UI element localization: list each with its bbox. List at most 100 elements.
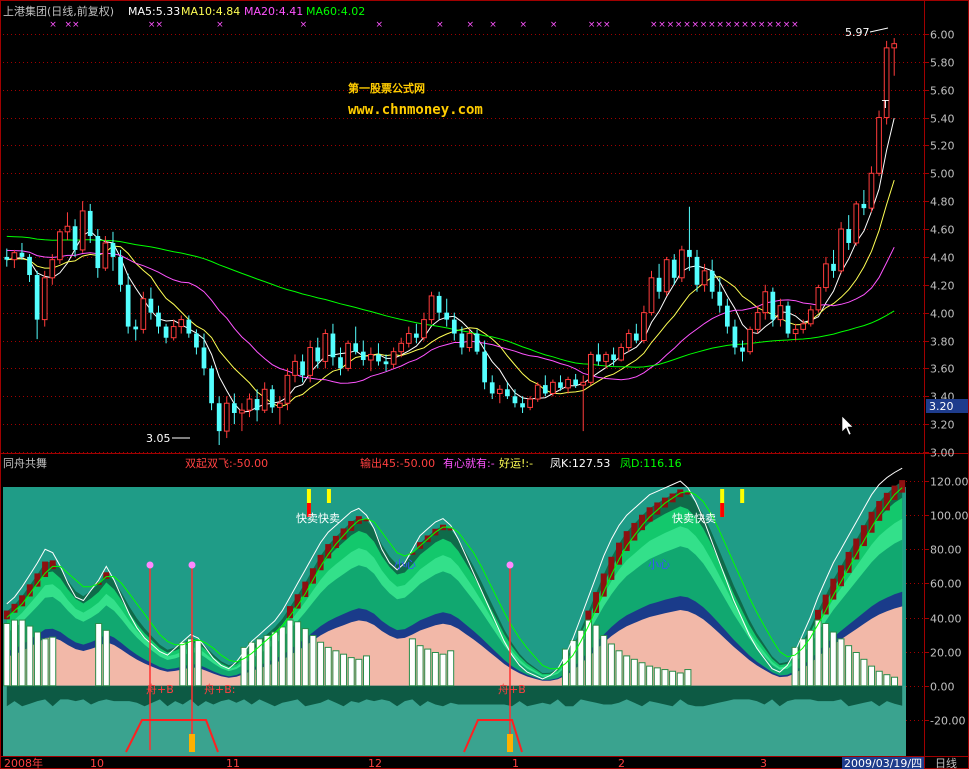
indicator-k: 凤K:127.53 [550, 457, 610, 470]
candle-body-13 [102, 242, 109, 269]
sell-flag-red-1 [720, 503, 725, 517]
candle-47 [360, 340, 366, 366]
candle-115 [876, 110, 882, 177]
indicator-column-32 [248, 641, 256, 687]
indicator-column-2 [18, 619, 26, 687]
ind-tick-label-6: 100.00 [930, 510, 969, 523]
candle-67 [512, 389, 518, 408]
candle-body-59 [451, 319, 457, 334]
top-marker-11: × [520, 20, 528, 30]
top-marker-run-16: × [783, 20, 791, 30]
chart-title: 上港集团(日线,前复权) [3, 4, 114, 18]
indicator-column-0 [3, 623, 11, 687]
candle-body-97 [740, 347, 745, 352]
candle-body-41 [315, 347, 321, 362]
top-marker-run-15: × [775, 20, 783, 30]
indicator-cap-86 [661, 497, 668, 508]
candle-body-23 [178, 319, 185, 328]
candle-8 [64, 212, 71, 241]
candle-body-1 [11, 252, 18, 261]
candle-35 [269, 385, 275, 413]
candle-17 [133, 319, 139, 341]
indicator-cap-112 [860, 525, 867, 547]
sell-flag-yellow-b-0 [326, 489, 331, 503]
indicator-column-3 [26, 625, 34, 687]
small-heart-label-1: 小心 [394, 558, 416, 571]
candle-body-16 [125, 284, 131, 327]
candle-body-53 [405, 333, 412, 344]
candle-20 [156, 305, 161, 334]
candle-body-82 [625, 333, 632, 348]
indicator-column-79 [607, 643, 615, 687]
candle-body-27 [209, 368, 214, 404]
indicator-column-13 [102, 629, 110, 687]
candle-body-26 [201, 347, 207, 369]
candle-body-71 [542, 385, 548, 394]
indicator-column-113 [868, 665, 876, 687]
cursor-date: 2009/03/19/四 [844, 757, 922, 769]
indicator-column-40 [309, 634, 317, 687]
indicator-column-4 [33, 631, 41, 687]
candle-body-58 [444, 312, 450, 320]
candle-body-45 [345, 342, 351, 369]
candle-98 [747, 326, 753, 355]
indicator-column-41 [317, 641, 325, 687]
price-tick-label-12: 5.40 [930, 113, 955, 126]
price-tick-label-14: 5.80 [930, 57, 955, 70]
candle-116 [883, 40, 890, 125]
top-marker-run-7: × [708, 20, 716, 30]
candle-body-29 [223, 402, 230, 432]
time-label-year: 2008年 [4, 756, 43, 769]
candle-76 [580, 375, 587, 432]
ind-tick-label-5: 80.00 [930, 544, 962, 557]
candle-body-79 [603, 353, 609, 362]
candle-53 [405, 326, 412, 348]
candle-25 [194, 329, 199, 355]
ma5-legend: MA5:5.33 [128, 5, 180, 18]
candle-48 [368, 347, 374, 372]
candle-11 [87, 203, 93, 243]
price-tick-label-13: 5.60 [930, 85, 955, 98]
candle-body-56 [428, 295, 435, 321]
candle-49 [376, 343, 381, 366]
candle-14 [110, 231, 116, 271]
indicator-column-36 [278, 626, 286, 687]
candle-body-22 [170, 326, 177, 339]
indicator-column-56 [431, 652, 439, 687]
candle-104 [792, 323, 799, 341]
watermark-title: 第一股票公式网 [348, 81, 425, 95]
candle-29 [223, 396, 230, 439]
candle-body-100 [762, 291, 769, 314]
candle-114 [868, 166, 875, 213]
time-label-feb: 2 [618, 757, 625, 769]
period-label[interactable]: 日线 [935, 756, 957, 769]
price-tick-label-15: 6.00 [930, 29, 955, 42]
time-axis: 2008年 10 11 12 1 2 3 2009/03/19/四 日线 [4, 756, 957, 769]
indicator-column-31 [240, 646, 248, 687]
top-marker-15: × [603, 20, 611, 30]
spike-dot-2 [506, 561, 514, 569]
zhou-marker-1 [189, 734, 195, 752]
indicator-column-77 [592, 624, 600, 687]
candle-89 [678, 245, 685, 282]
t-mark: T [881, 98, 889, 111]
ind-tick-label-2: 20.00 [930, 647, 962, 660]
candle-body-96 [732, 326, 738, 348]
candle-5 [41, 270, 48, 327]
candle-body-32 [246, 398, 253, 411]
candle-body-31 [239, 409, 245, 414]
top-marker-12: × [550, 20, 558, 30]
candle-body-18 [140, 298, 147, 330]
candle-body-88 [671, 259, 677, 278]
candle-86 [656, 263, 662, 299]
candle-body-5 [41, 277, 48, 321]
indicator-d: 凤D:116.16 [620, 457, 682, 470]
candle-37 [284, 368, 291, 411]
candle-body-51 [390, 351, 397, 365]
candle-body-3 [27, 256, 32, 276]
indicator-column-39 [301, 628, 309, 687]
candle-body-87 [663, 259, 670, 293]
indicator-column-107 [822, 623, 830, 687]
ma20-legend: MA20:4.41 [244, 5, 303, 18]
sell-flag-yellow-b-1 [740, 489, 745, 503]
